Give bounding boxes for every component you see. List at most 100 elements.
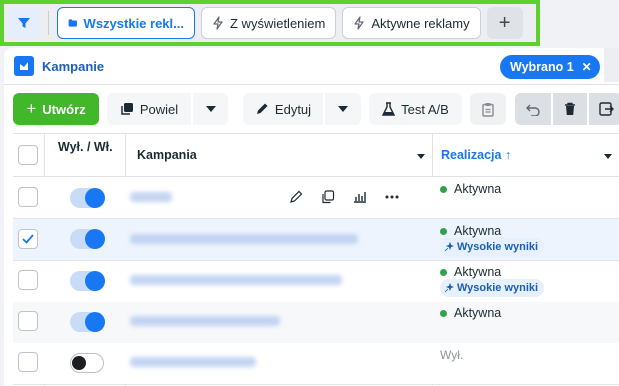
- toggle-knob: [85, 312, 105, 332]
- toggle-knob: [85, 229, 105, 249]
- clipboard-button[interactable]: [470, 93, 506, 125]
- edit-dropdown-button[interactable]: [325, 93, 361, 125]
- duplicate-label: Powiel: [139, 101, 179, 117]
- campaign-name-redacted[interactable]: [130, 192, 172, 202]
- pencil-icon: [256, 103, 268, 114]
- tab-all-ads[interactable]: Wszystkie rekl...: [57, 7, 195, 39]
- sparkle-icon: [444, 283, 454, 293]
- add-view-button[interactable]: +: [486, 7, 523, 39]
- filter-bar: Wszystkie rekl... Z wyświetleniem Aktywn…: [0, 0, 540, 46]
- chevron-down-icon: [338, 106, 348, 112]
- active-dot-icon: [440, 227, 447, 235]
- tab-all-ads-label: Wszystkie rekl...: [83, 15, 184, 31]
- select-all-checkbox[interactable]: [18, 145, 38, 165]
- delivery-status-label: Aktywna: [454, 182, 502, 196]
- delivery-status: Aktywna: [440, 265, 501, 279]
- delivery-status-off: Wył.: [440, 348, 463, 362]
- performance-badge: Wysokie wyniki: [440, 238, 545, 256]
- filter-separator: [48, 11, 49, 35]
- filter-button[interactable]: [8, 8, 40, 38]
- delivery-status-label: Wył.: [440, 348, 464, 362]
- lightning-icon: [354, 16, 364, 30]
- undo-icon: [526, 104, 540, 116]
- create-button[interactable]: + Utwórz: [13, 93, 99, 125]
- export-button[interactable]: [589, 93, 619, 125]
- delivery-status-label: Aktywna: [454, 306, 502, 320]
- ab-test-button[interactable]: Test A/B: [369, 93, 462, 125]
- filter-icon: [18, 18, 30, 28]
- delete-button[interactable]: [553, 93, 587, 125]
- campaign-name-redacted[interactable]: [130, 316, 280, 326]
- row-toggle[interactable]: [70, 229, 105, 249]
- chevron-down-icon: [205, 106, 216, 112]
- chevron-down-icon[interactable]: [417, 154, 425, 159]
- campaign-name-redacted[interactable]: [130, 234, 358, 244]
- row-checkbox[interactable]: [18, 270, 38, 290]
- duplicate-row-button[interactable]: [312, 185, 344, 209]
- row-toggle[interactable]: [70, 188, 105, 208]
- selection-badge[interactable]: Wybrano 1 ✕: [500, 55, 600, 79]
- performance-badge-label: Wysokie wyniki: [457, 282, 539, 294]
- undo-button[interactable]: [515, 93, 551, 125]
- row-checkbox[interactable]: [18, 352, 38, 372]
- folder-icon: [68, 19, 77, 27]
- close-icon[interactable]: ✕: [582, 60, 592, 74]
- row-checkbox[interactable]: [18, 311, 38, 331]
- duplicate-button[interactable]: Powiel: [107, 93, 191, 125]
- row-checkbox[interactable]: [18, 229, 38, 249]
- chevron-down-icon[interactable]: [604, 154, 612, 159]
- clipboard-icon: [482, 102, 494, 117]
- duplicate-dropdown-button[interactable]: [193, 93, 228, 125]
- delivery-status-label: Aktywna: [454, 224, 502, 238]
- performance-badge: Wysokie wyniki: [440, 279, 545, 297]
- duplicate-icon: [322, 190, 335, 204]
- tab-with-impressions-label: Z wyświetleniem: [230, 15, 326, 31]
- delivery-status: Aktywna: [440, 182, 501, 196]
- trash-icon: [565, 102, 575, 115]
- tab-campaigns[interactable]: Kampanie: [14, 56, 104, 76]
- column-header-campaign[interactable]: Kampania: [137, 148, 197, 162]
- bar-chart-icon: [354, 192, 366, 203]
- toggle-knob: [85, 271, 105, 291]
- toggle-knob: [72, 356, 86, 370]
- chart-row-button[interactable]: [344, 185, 376, 209]
- column-header-delivery[interactable]: Realizacja ↑: [441, 148, 511, 162]
- sparkle-icon: [444, 242, 454, 252]
- performance-badge-label: Wysokie wyniki: [457, 241, 539, 253]
- tab-with-impressions[interactable]: Z wyświetleniem: [201, 7, 337, 39]
- more-icon: [385, 195, 399, 199]
- tab-campaigns-label: Kampanie: [42, 58, 105, 74]
- checkmark-icon: [22, 234, 34, 244]
- column-header-delivery-label: Realizacja: [441, 148, 502, 162]
- more-row-button[interactable]: [376, 185, 408, 209]
- row-toggle[interactable]: [70, 271, 105, 291]
- ads-manager: { "filterbar": { "tabs": [ {"label": "Ws…: [0, 0, 619, 386]
- edit-label: Edytuj: [274, 101, 312, 117]
- plus-icon: +: [26, 99, 37, 118]
- duplicate-icon: [121, 103, 133, 115]
- row-checkbox[interactable]: [18, 187, 38, 207]
- campaign-icon: [14, 56, 34, 76]
- row-toggle[interactable]: [70, 312, 105, 332]
- toggle-knob: [85, 188, 105, 208]
- delivery-status-label: Aktywna: [454, 265, 502, 279]
- tab-active-ads[interactable]: Aktywne reklamy: [342, 7, 481, 39]
- selection-count: Wybrano 1: [510, 60, 574, 74]
- ab-test-label: Test A/B: [401, 101, 449, 117]
- campaign-name-redacted[interactable]: [130, 275, 342, 285]
- lightning-icon: [213, 16, 223, 30]
- row-actions: [280, 185, 408, 209]
- campaign-name-redacted[interactable]: [130, 357, 256, 367]
- create-label: Utwórz: [42, 101, 86, 117]
- sort-arrow-icon: ↑: [504, 148, 512, 162]
- active-dot-icon: [440, 185, 447, 193]
- edit-row-button[interactable]: [280, 185, 312, 209]
- edit-button[interactable]: Edytuj: [243, 93, 323, 125]
- panel-edge: [604, 48, 619, 82]
- export-icon: [598, 102, 614, 116]
- row-toggle[interactable]: [70, 353, 104, 373]
- column-header-toggle[interactable]: Wył. / Wł.: [58, 140, 118, 155]
- plus-icon: +: [498, 11, 511, 34]
- active-dot-icon: [440, 268, 447, 276]
- pencil-icon: [290, 190, 303, 203]
